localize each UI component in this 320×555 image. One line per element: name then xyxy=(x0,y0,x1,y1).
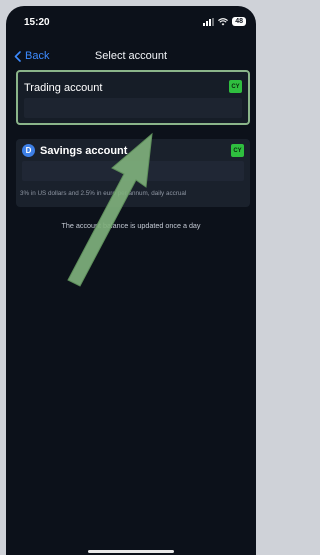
savings-rate-note: 3% in US dollars and 2.5% in euro per an… xyxy=(20,190,187,197)
status-bar: 15:20 48 xyxy=(6,6,256,40)
savings-account-icon: D xyxy=(22,144,35,157)
signal-icon xyxy=(203,17,215,26)
page-title: Select account xyxy=(94,50,168,62)
nav-bar: Back Select account xyxy=(6,42,256,68)
savings-account-card[interactable]: D Savings account CY 3% in US dollars an… xyxy=(16,139,250,207)
trading-account-title: Trading account xyxy=(24,82,103,94)
savings-account-title: Savings account xyxy=(40,145,128,157)
savings-account-balance-strip xyxy=(22,161,244,181)
trading-account-card[interactable]: Trading account CY xyxy=(16,70,250,125)
cy-badge: CY xyxy=(231,144,244,157)
status-icons: 48 xyxy=(203,17,246,26)
home-indicator xyxy=(88,550,174,553)
status-time: 15:20 xyxy=(24,17,50,28)
balance-update-note: The account balance is updated once a da… xyxy=(61,221,201,230)
trading-account-balance-strip xyxy=(24,98,242,118)
battery-icon: 48 xyxy=(232,17,246,26)
cy-badge: CY xyxy=(229,80,242,93)
phone-screen: 15:20 48 Back Select account Trading acc… xyxy=(6,6,256,555)
wifi-icon xyxy=(218,17,229,25)
